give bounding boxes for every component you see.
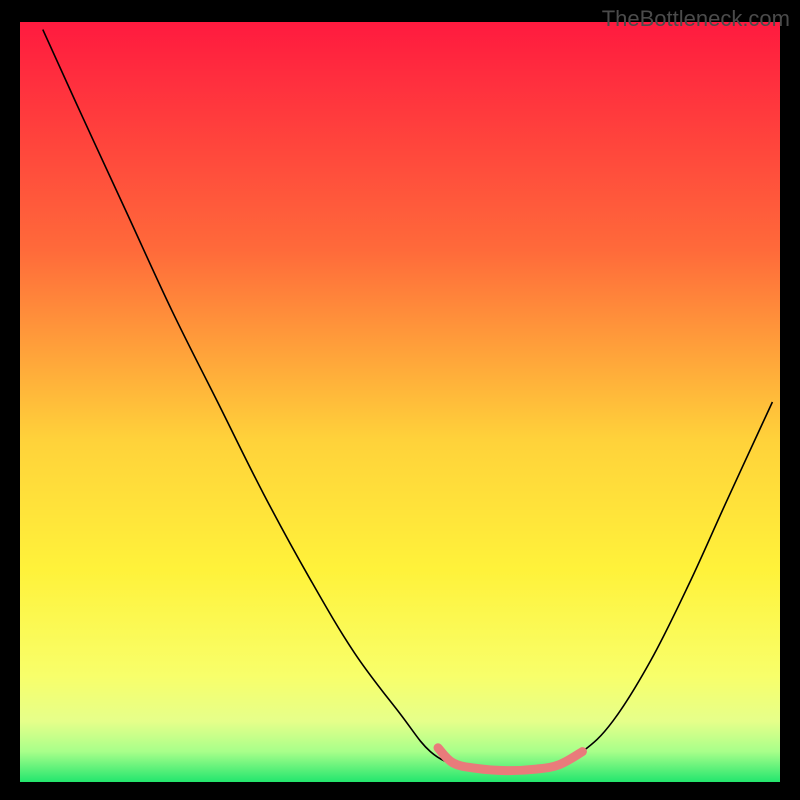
chart-svg [20, 22, 780, 782]
watermark-text: TheBottleneck.com [602, 6, 790, 32]
chart-background [20, 22, 780, 782]
plot-area [20, 22, 780, 782]
chart-container: TheBottleneck.com [0, 0, 800, 800]
